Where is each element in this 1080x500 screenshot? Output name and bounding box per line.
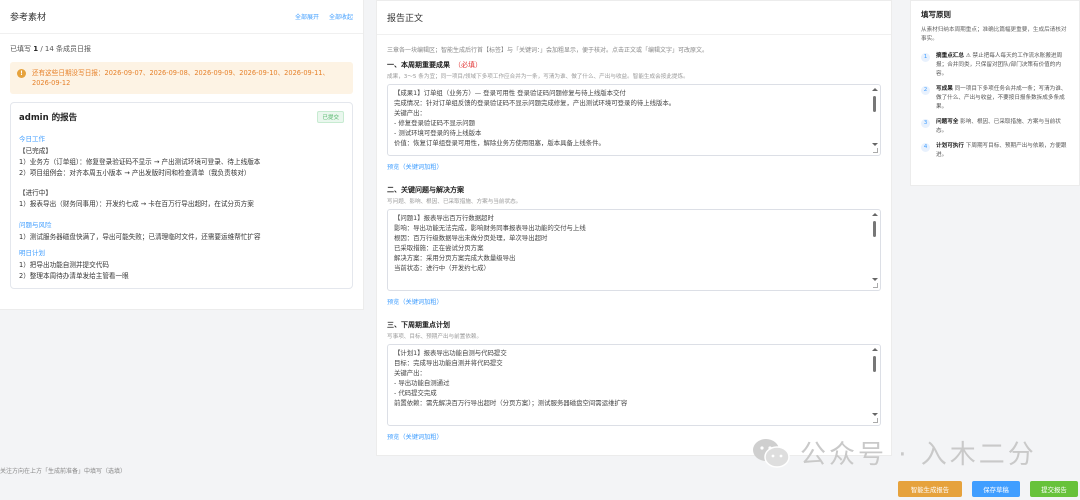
reference-title: 参考素材 — [10, 13, 47, 23]
list-item: 1）测试服务器磁盘快满了，导出可能失败；已清理临时文件，还需要运维帮忙扩容 — [19, 233, 261, 241]
principles-title: 填写原则 — [921, 10, 951, 19]
section-title: 一、本周期重要成果 — [387, 61, 450, 69]
today-work-label: 今日工作 — [19, 135, 45, 143]
list-item: 2）整理本周待办清单发给主管看一眼 — [19, 272, 129, 280]
watermark-text: 公众号 · 入木二分 — [800, 440, 1037, 470]
section-plans: 三、下周期重点计划 写事项、目标、预期产出与前置依赖。 【计划1】报表导出功能自… — [387, 320, 881, 441]
list-item: 2 写成果 同一项目下多项任务合并成一条；写清为谁、做了什么、产出与收益，不要按… — [921, 85, 1069, 112]
save-draft-button[interactable]: 保存草稿 — [972, 481, 1020, 497]
wechat-icon — [753, 438, 790, 468]
status-badge: 已提交 — [317, 111, 344, 123]
section-hint: 写事项、目标、预期产出与前置依赖。 — [387, 334, 483, 340]
list-item: 1）业务方（订单组）：修复登录验证码不显示 → 产出测试环境可登录、待上线版本 — [19, 158, 261, 166]
required-mark: （必填） — [454, 61, 482, 69]
section-issues: 二、关键问题与解决方案 写问题、影响、根因、已采取措施、方案与当前状态。 【问题… — [387, 185, 881, 306]
list-item: 1）把导出功能自测并提交代码 — [19, 261, 109, 269]
issues-textarea[interactable]: 【问题1】报表导出百万行数据超时 影响：导出功能无法完成，影响财务同事报表导出功… — [387, 209, 881, 291]
scrollbar[interactable] — [872, 348, 878, 422]
list-item: 2）项目组例会：对齐本周五小版本 → 产出发版时间和检查清单（我负责核对） — [19, 169, 251, 177]
section-title: 二、关键问题与解决方案 — [387, 186, 464, 194]
reference-header: 参考素材 全部展开 全部收起 — [0, 0, 363, 34]
writing-principles-panel: 填写原则 从素材归纳本周期重点；准确比篇幅更重要，生成后请核对事实。 1 摘重点… — [910, 0, 1080, 186]
report-card-title: admin 的报告 — [19, 113, 78, 123]
preview-button[interactable]: 预览（关键词加粗） — [387, 162, 881, 171]
section-hint: 写问题、影响、根因、已采取措施、方案与当前状态。 — [387, 199, 522, 205]
collapse-all-button[interactable]: 全部收起 — [329, 12, 353, 21]
plan-label: 明日计划 — [19, 249, 45, 257]
section-achievements: 一、本周期重要成果 （必填） 成果，3～5 条为宜；同一项目/领域下多项工作应合并… — [387, 60, 881, 171]
ai-generate-button[interactable]: 智能生成报告 — [898, 481, 962, 497]
list-item: 1 摘重点汇总 ⚠ 禁止把每人每天的工作流水账搬进周报；合并同类，只保留对团队/… — [921, 52, 1069, 79]
resize-handle[interactable] — [873, 418, 878, 423]
in-progress-label: 【进行中】 — [19, 189, 52, 197]
preview-button[interactable]: 预览（关键词加粗） — [387, 297, 881, 306]
warning-icon: ! — [17, 69, 26, 78]
done-label: 【已完成】 — [19, 147, 52, 155]
warning-text: 还有这些日期没写日报：2026-09-07、2026-09-08、2026-09… — [32, 69, 330, 87]
section-hint: 成果，3～5 条为宜；同一项目/领域下多项工作应合并为一条，写清为谁、做了什么、… — [387, 74, 689, 80]
focus-hint: 关注方向在上方「生成前准备」中填写（选填） — [0, 468, 127, 475]
scrollbar[interactable] — [872, 88, 878, 152]
principles-subtitle: 从素材归纳本周期重点；准确比篇幅更重要，生成后请核对事实。 — [921, 27, 1067, 42]
scrollbar[interactable] — [872, 213, 878, 287]
risk-label: 问题与风险 — [19, 221, 52, 229]
report-body-title: 报告正文 — [377, 1, 891, 35]
plans-textarea[interactable]: 【计划1】报表导出功能自测与代码提交 目标：完成导出功能自测并将代码提交 关键产… — [387, 344, 881, 426]
achievements-textarea[interactable]: 【成果1】订单组（业务方）— 登录可用性 登录验证码问题修复与待上线版本交付 完… — [387, 84, 881, 156]
member-report-card[interactable]: admin 的报告 已提交 今日工作 【已完成】 1）业务方（订单组）：修复登录… — [10, 102, 353, 289]
list-item: 3 问题写全 影响、根因、已采取措施、方案与当前状态。 — [921, 118, 1069, 136]
list-item: 4 计划可执行 下周期写目标、预期产出与依赖，方便跟进。 — [921, 142, 1069, 160]
report-body-panel: 报告正文 三章各一块编辑区；智能生成后行首【标签】与「关键词：」会加粗显示，便于… — [376, 0, 892, 456]
resize-handle[interactable] — [873, 148, 878, 153]
watermark: 公众号 · 入木二分 — [752, 434, 1037, 471]
reference-panel: 参考素材 全部展开 全部收起 已填写 1 / 14 条成员日报 ! 还有这些日期… — [0, 0, 364, 310]
missing-dates-warning: ! 还有这些日期没写日报：2026-09-07、2026-09-08、2026-… — [10, 62, 353, 94]
resize-handle[interactable] — [873, 283, 878, 288]
expand-all-button[interactable]: 全部展开 — [295, 12, 319, 21]
section-title: 三、下周期重点计划 — [387, 321, 450, 329]
list-item: 1）报表导出（财务同事用）：开发约七成 → 卡在百万行导出超时，在试分页方案 — [19, 200, 254, 208]
report-body-hint: 三章各一块编辑区；智能生成后行首【标签】与「关键词：」会加粗显示，便于核对。点击… — [387, 47, 709, 54]
filled-count: 已填写 1 / 14 条成员日报 — [10, 45, 92, 53]
submit-report-button[interactable]: 提交报告 — [1030, 481, 1078, 497]
